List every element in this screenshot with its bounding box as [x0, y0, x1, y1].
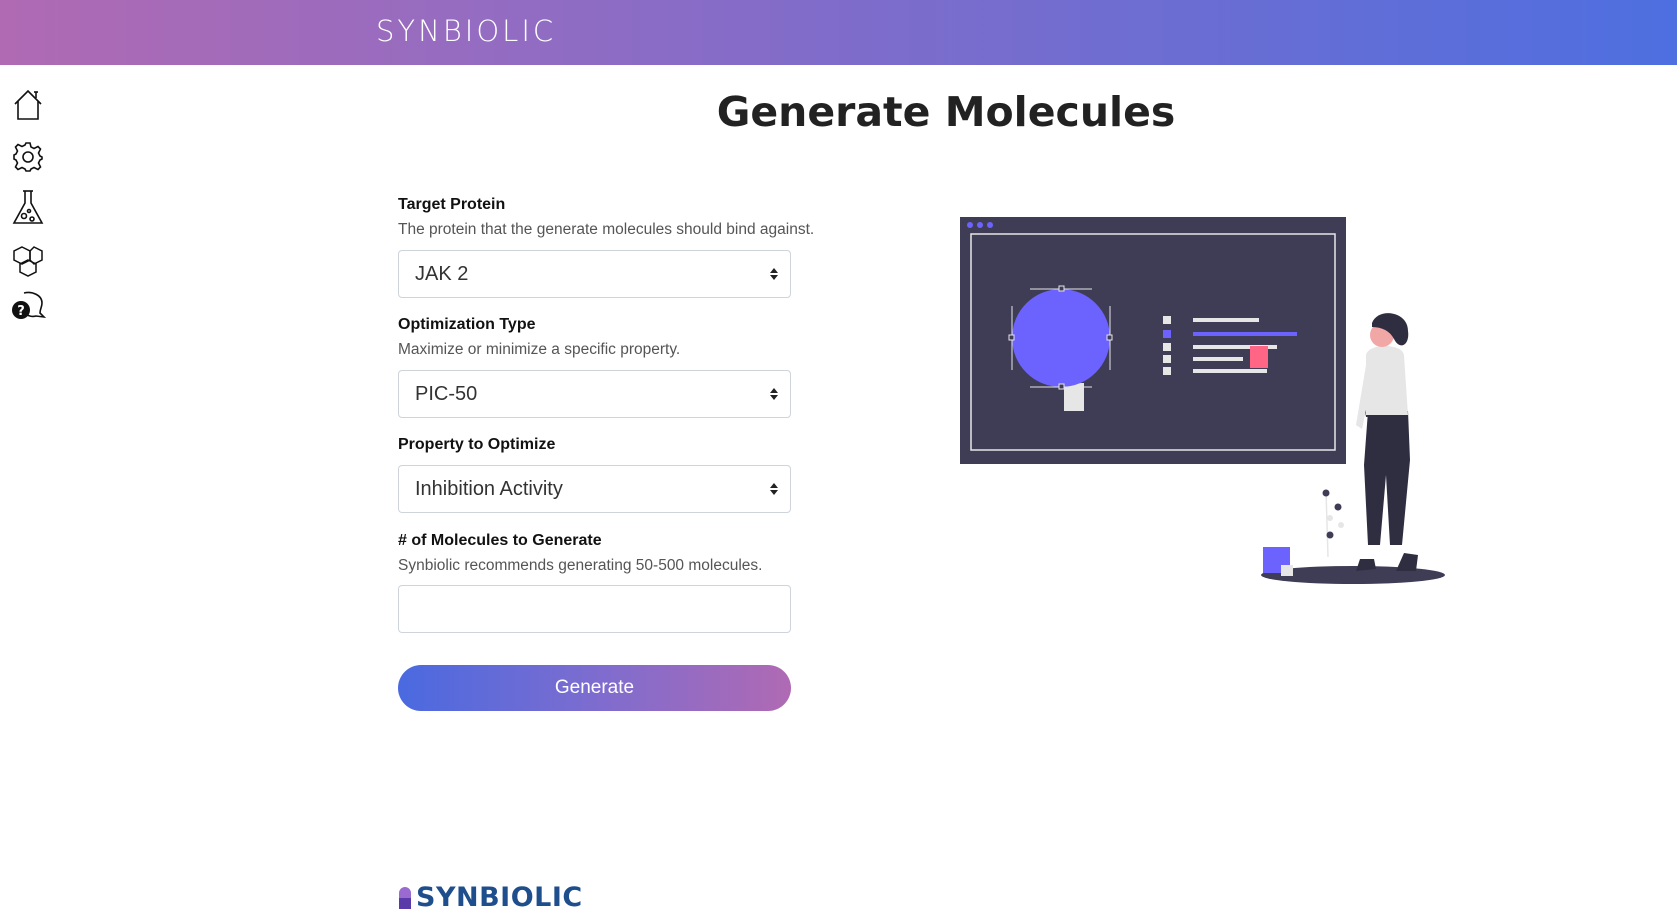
- sidebar-item-settings[interactable]: [8, 137, 48, 177]
- select-caret-icon: [770, 388, 778, 400]
- optimization-type-select[interactable]: PIC-50: [398, 370, 791, 418]
- optimization-type-help: Maximize or minimize a specific property…: [398, 341, 681, 358]
- help-icon: ?: [12, 291, 46, 319]
- select-caret-icon: [770, 268, 778, 280]
- property-select[interactable]: Inhibition Activity: [398, 465, 791, 513]
- target-protein-value: JAK 2: [415, 263, 469, 285]
- num-molecules-input[interactable]: [398, 585, 791, 633]
- num-molecules-label: # of Molecules to Generate: [398, 532, 602, 549]
- sidebar-item-help[interactable]: ?: [8, 285, 48, 325]
- flask-icon: [12, 190, 44, 224]
- footer-logo-text: SYNBIOLIC: [416, 882, 583, 913]
- capsule-logo-icon: [399, 886, 411, 909]
- target-protein-select[interactable]: JAK 2: [398, 250, 791, 298]
- num-molecules-help: Synbiolic recommends generating 50-500 m…: [398, 557, 763, 574]
- optimization-type-value: PIC-50: [415, 383, 478, 405]
- dashboard-illustration: [960, 217, 1445, 584]
- page-title: Generate Molecules: [716, 88, 1176, 136]
- sidebar-item-home[interactable]: [8, 85, 48, 125]
- target-protein-label: Target Protein: [398, 196, 506, 213]
- sidebar-item-molecules[interactable]: [8, 239, 48, 279]
- sidebar-item-lab[interactable]: [8, 188, 48, 228]
- molecule-icon: [13, 246, 43, 277]
- svg-text:?: ?: [17, 304, 25, 319]
- home-icon: [14, 89, 42, 120]
- footer-logo[interactable]: SYNBIOLIC: [398, 882, 583, 913]
- brand-logo[interactable]: SYNBIOLIC: [376, 14, 556, 48]
- gear-icon: [13, 142, 43, 172]
- top-header: SYNBIOLIC: [0, 0, 1677, 65]
- property-value: Inhibition Activity: [415, 478, 563, 500]
- target-protein-help: The protein that the generate molecules …: [398, 221, 815, 238]
- select-caret-icon: [770, 483, 778, 495]
- generate-button[interactable]: Generate: [398, 665, 791, 711]
- optimization-type-label: Optimization Type: [398, 316, 536, 333]
- property-label: Property to Optimize: [398, 436, 556, 453]
